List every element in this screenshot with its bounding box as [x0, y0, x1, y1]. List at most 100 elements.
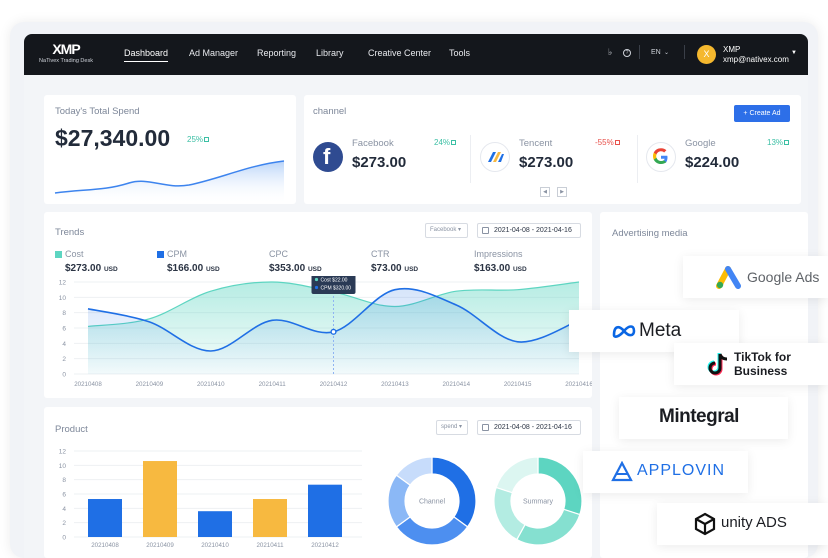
trends-line-chart[interactable]: 0 2 4 6 8 10 12 20210408 20210409 20210410 2021041… — [44, 276, 592, 398]
partner-name-tiktok: TikTok for Business — [734, 350, 791, 378]
bar[interactable] — [253, 499, 287, 537]
spend-value: $27,340.00 — [55, 125, 171, 151]
donut-slice[interactable] — [493, 486, 526, 541]
advertising-media-title: Advertising media — [612, 228, 688, 239]
bell-icon[interactable]: ♭ — [608, 47, 612, 58]
caret-down-icon[interactable]: ▼ — [791, 50, 797, 56]
trends-date-range[interactable]: 2021-04-08 - 2021-04-16 — [477, 223, 581, 238]
y-tick-label: 4 — [62, 506, 66, 513]
metric-label-impressions[interactable]: Impressions — [474, 249, 523, 259]
meta-icon — [612, 325, 636, 338]
bar[interactable] — [308, 484, 342, 537]
prev-page-button[interactable]: ◀ — [540, 187, 550, 197]
product-card: Product spend ▾ 2021-04-08 - 2021-04-16 … — [44, 407, 592, 558]
summary-donut-chart[interactable]: Summary — [490, 453, 586, 549]
trends-card: Trends Facebook ▾ 2021-04-08 - 2021-04-1… — [44, 212, 592, 398]
channel-change-facebook: 24% — [434, 138, 457, 147]
donut-slice[interactable] — [395, 516, 469, 546]
up-arrow-icon — [451, 140, 457, 146]
help-icon[interactable]: ? — [623, 49, 631, 57]
donut-slice[interactable] — [515, 508, 581, 546]
y-tick-label: 8 — [62, 310, 66, 317]
bar[interactable] — [88, 499, 122, 537]
next-page-button[interactable]: ▶ — [557, 187, 567, 197]
top-nav: XMP NaTivex Trading Desk Dashboard Ad Ma… — [24, 34, 808, 75]
x-tick-label: 20210409 — [136, 381, 164, 388]
metric-label-ctr[interactable]: CTR — [371, 249, 390, 259]
donut-center-label: Summary — [523, 499, 553, 506]
y-tick-label: 2 — [62, 356, 66, 363]
spend-sparkline — [54, 160, 285, 204]
y-tick-label: 10 — [59, 295, 67, 302]
x-tick-label: 20210412 — [311, 542, 339, 549]
trends-title: Trends — [55, 227, 85, 238]
bar[interactable] — [198, 511, 232, 537]
facebook-icon: f — [313, 142, 343, 172]
caret-down-icon: ▾ — [458, 227, 462, 233]
x-tick-label: 20210415 — [504, 381, 532, 388]
partner-applovin[interactable]: APPLOVIN — [583, 451, 748, 493]
channel-title: channel — [313, 106, 347, 117]
google-ads-icon — [716, 266, 741, 289]
partner-tiktok[interactable]: TikTok for Business — [674, 343, 828, 385]
donut-center-label: Channel — [419, 499, 446, 506]
x-tick-label: 20210410 — [201, 542, 229, 549]
donut-slice[interactable] — [537, 456, 583, 516]
metric-value-cost: $273.00 USD — [65, 263, 118, 274]
product-title: Product — [55, 424, 88, 435]
y-tick-label: 0 — [62, 535, 66, 542]
chevron-down-icon[interactable]: ⌄ — [664, 49, 669, 56]
calendar-icon — [482, 424, 489, 431]
nav-reporting[interactable]: Reporting — [257, 48, 296, 58]
x-tick-label: 20210411 — [259, 381, 287, 388]
language-select[interactable]: EN — [651, 49, 661, 56]
partner-mintegral[interactable]: Mintegral — [619, 397, 788, 439]
spend-change: 25% — [187, 135, 210, 144]
partner-google-ads[interactable]: Google Ads — [683, 256, 828, 298]
applovin-icon — [611, 461, 633, 482]
donut-slice[interactable] — [495, 456, 539, 494]
x-tick-label: 20210413 — [381, 381, 409, 388]
partner-name-meta: Meta — [639, 320, 682, 341]
nav-creative-center[interactable]: Creative Center — [368, 48, 431, 58]
total-spend-card: Today's Total Spend $27,340.00 25% — [44, 95, 296, 204]
y-tick-label: 8 — [62, 477, 66, 484]
tooltip-cost: Cost $22.00 — [321, 278, 348, 284]
bar[interactable] — [143, 461, 177, 537]
product-date-range[interactable]: 2021-04-08 - 2021-04-16 — [477, 420, 581, 435]
product-metric-select[interactable]: spend ▾ — [436, 420, 468, 435]
divider — [470, 135, 471, 183]
logo-text: XMP — [52, 41, 80, 57]
nav-ad-manager[interactable]: Ad Manager — [189, 48, 238, 58]
y-tick-label: 10 — [59, 463, 67, 470]
x-tick-label: 20210414 — [442, 381, 470, 388]
tencent-icon — [480, 142, 510, 172]
create-ad-button[interactable]: + Create Ad — [734, 105, 790, 122]
spend-title: Today's Total Spend — [55, 106, 140, 117]
partner-unity[interactable]: unity ADS — [657, 503, 828, 545]
nav-tools[interactable]: Tools — [449, 48, 470, 58]
partner-name-google-ads: Google Ads — [747, 269, 820, 285]
metric-label-cpc[interactable]: CPC — [269, 249, 288, 259]
y-tick-label: 2 — [62, 520, 66, 527]
logo[interactable]: XMP NaTivex Trading Desk — [36, 41, 96, 69]
tooltip-cpm: CPM $320.00 — [321, 286, 352, 292]
google-icon — [646, 142, 676, 172]
product-bar-chart[interactable]: 0 2 4 6 8 10 12 20210408 20210409 20210410 2021041… — [44, 443, 364, 558]
channel-name-facebook: Facebook — [352, 138, 394, 149]
x-tick-label: 20210412 — [320, 381, 348, 388]
metric-label-cost[interactable]: Cost — [65, 249, 84, 259]
metric-label-cpm[interactable]: CPM — [167, 249, 187, 259]
up-arrow-icon — [784, 140, 790, 146]
trends-channel-select[interactable]: Facebook ▾ — [425, 223, 468, 238]
channel-donut-chart[interactable]: Channel — [384, 453, 480, 549]
metric-value-ctr: $73.00 USD — [371, 263, 419, 274]
avatar[interactable]: X — [697, 45, 716, 64]
y-tick-label: 12 — [59, 280, 67, 287]
y-tick-label: 6 — [62, 492, 66, 499]
nav-dashboard[interactable]: Dashboard — [124, 48, 169, 62]
x-tick-label: 20210411 — [256, 542, 284, 549]
nav-divider — [639, 45, 640, 59]
channel-value-facebook: $273.00 — [352, 154, 407, 171]
nav-library[interactable]: Library — [316, 48, 344, 58]
